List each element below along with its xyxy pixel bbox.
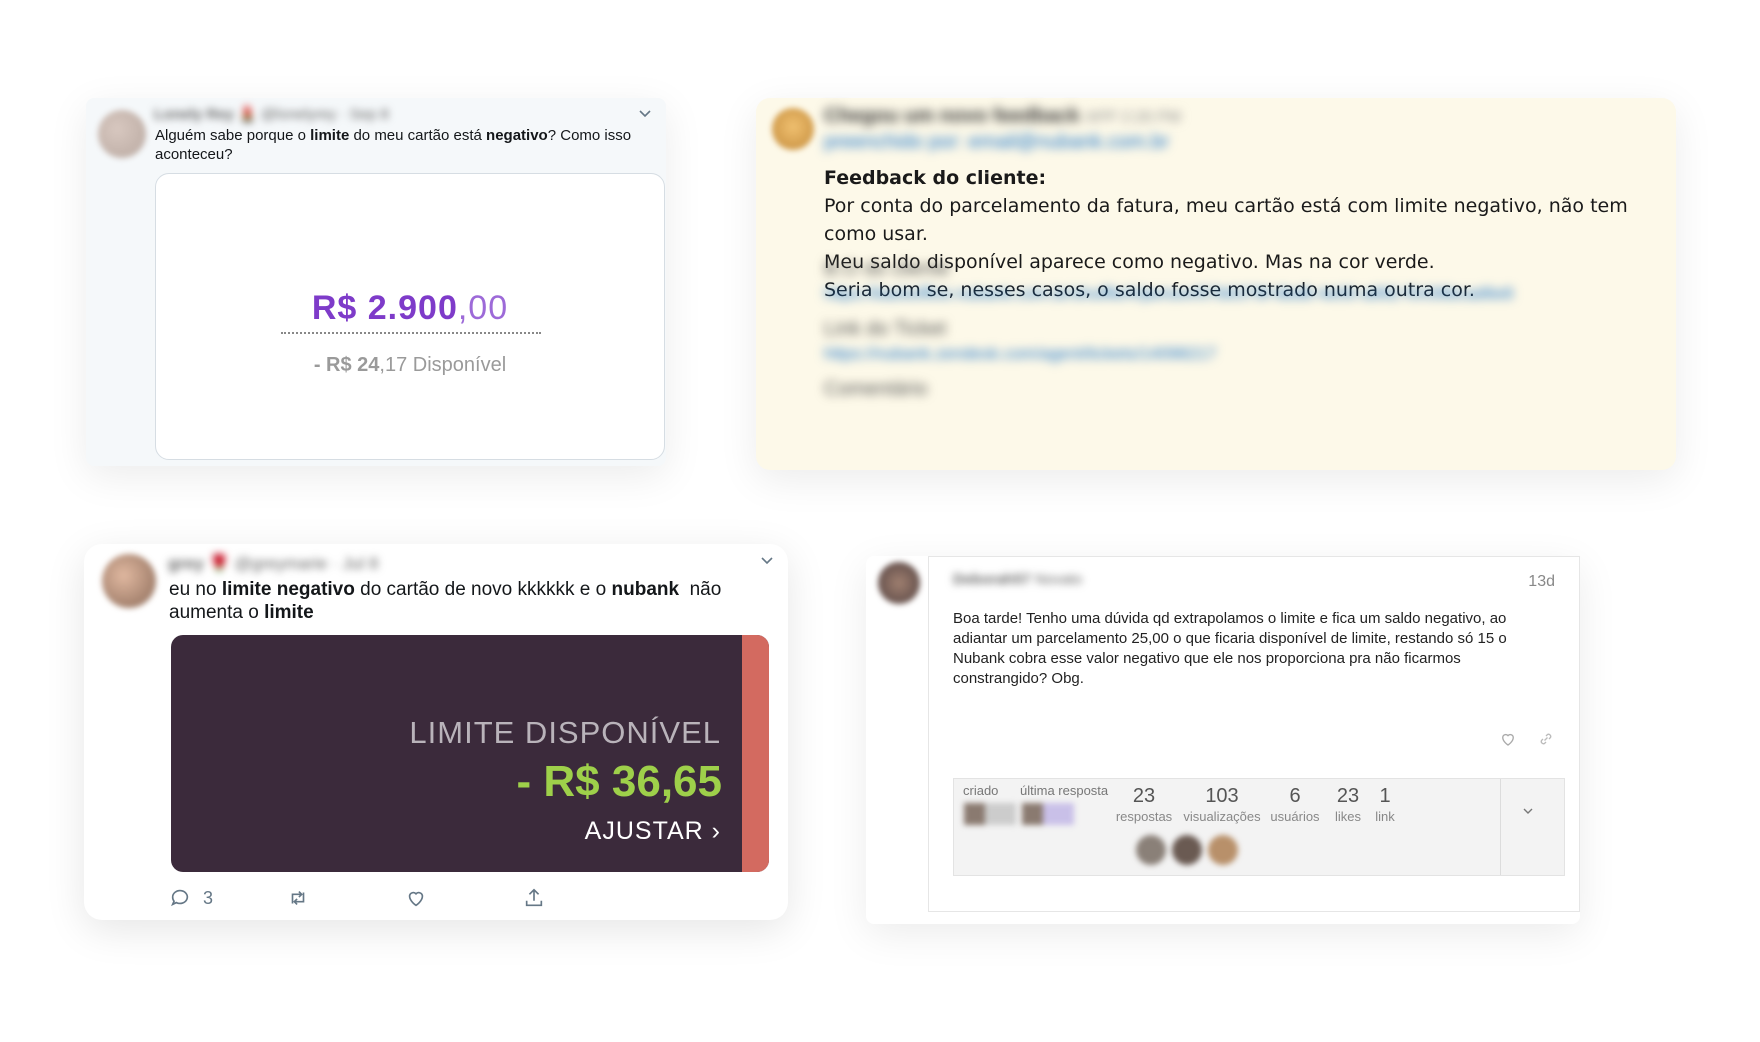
reply-button[interactable]: 3 [169, 887, 213, 909]
last-reply-avatar[interactable] [1022, 803, 1074, 825]
tweet-actions: 3 [169, 887, 669, 917]
balance-amount: R$ 2.900,00 [311, 289, 509, 327]
adjust-link[interactable]: AJUSTAR › [585, 817, 721, 846]
client-id-link[interactable]: https://backoffice.nubank.com.br/shuffle… [824, 284, 1513, 304]
avatar[interactable] [878, 562, 920, 604]
post-author[interactable]: Deborah57 Novato [953, 571, 1082, 588]
message-sender: preenchido por: email@nubank.com.br [824, 131, 1169, 153]
stat-label: visualizações [1183, 809, 1261, 824]
feedback-line: Meu saldo disponível aparece como negati… [824, 251, 1435, 273]
tweet-card-negative-limit: Lonely Rey 💄 @lonelyrey · Sep 8 Alguém s… [86, 98, 666, 466]
reply-count: 3 [203, 887, 214, 908]
stat-number: 6 [1289, 785, 1301, 807]
tweet-card-limit-screenshot: grey 🌹 @greymarie · Jul 8 eu no limite n… [84, 544, 788, 920]
share-button[interactable] [523, 887, 545, 909]
card-accent-stripe [742, 635, 769, 872]
ticket-label: Link do Ticket [824, 318, 947, 340]
stat-number: 23 [1132, 785, 1156, 807]
participant-avatars[interactable] [1136, 835, 1238, 865]
retweet-icon [291, 890, 305, 906]
avatar[interactable] [98, 110, 146, 158]
chevron-down-icon[interactable] [1522, 807, 1534, 815]
stat-number: 23 [1336, 785, 1360, 807]
stat-number: 1 [1379, 785, 1391, 807]
chevron-down-icon[interactable] [638, 106, 652, 122]
tweet-author[interactable]: Lonely Rey 💄 @lonelyrey · Sep 8 [154, 105, 389, 123]
message-header: Chegou um novo feedback APP 2:26 PM [824, 105, 1181, 127]
post-date[interactable]: 13d [1528, 573, 1555, 591]
stat-label: likes [1334, 809, 1361, 824]
feedback-body: Feedback do cliente: Por conta do parcel… [824, 164, 1664, 304]
client-id-label: B.O do cliente [824, 258, 950, 280]
share-icon [525, 888, 543, 907]
customer-feedback-message: Chegou um novo feedback APP 2:26 PM pree… [756, 98, 1676, 470]
retweet-button[interactable] [287, 887, 309, 909]
post-text: Boa tarde! Tenho uma dúvida qd extrapola… [953, 610, 1507, 687]
created-avatar[interactable] [964, 803, 1016, 825]
stat-number: 103 [1205, 785, 1239, 807]
tweet-author[interactable]: grey 🌹 @greymarie · Jul 8 [168, 554, 378, 574]
stat-label: usuários [1270, 809, 1320, 824]
tweet-image-balance[interactable]: R$ 2.900,00 - R$ 24,17 Disponível [155, 173, 665, 460]
comment-label: Comentário [824, 378, 928, 400]
avatar [772, 108, 814, 150]
forum-post: Deborah57 Novato 13d Boa tarde! Tenho um… [928, 556, 1580, 912]
tweet-text: eu no limite negativo do cartão de novo … [169, 579, 722, 623]
topic-stats: criado última resposta 23 respostas 103 … [953, 778, 1565, 876]
chevron-down-icon[interactable] [760, 553, 774, 569]
link-icon[interactable] [1537, 730, 1555, 748]
like-button[interactable] [405, 887, 427, 909]
tweet-text: Alguém sabe porque o limite do meu cartã… [155, 127, 632, 163]
stat-label: link [1375, 809, 1395, 824]
last-reply-label: última resposta [1020, 783, 1109, 798]
feedback-title: Feedback do cliente: [824, 167, 1047, 189]
avatar[interactable] [102, 554, 156, 608]
available-amount: - R$ 24,17 Disponível [313, 354, 507, 376]
tweet-image-limit-card[interactable]: LIMITE DISPONÍVEL - R$ 36,65 AJUSTAR › [171, 635, 769, 872]
stat-label: respostas [1115, 809, 1173, 824]
stats-divider [1500, 779, 1501, 875]
dotted-divider [281, 332, 541, 334]
reply-icon [171, 889, 189, 907]
limit-amount: - R$ 36,65 [516, 757, 722, 806]
heart-icon[interactable] [1499, 730, 1517, 748]
heart-icon [408, 891, 424, 907]
created-label: criado [963, 783, 999, 798]
feedback-line: Por conta do parcelamento da fatura, meu… [824, 195, 1628, 245]
limit-label: LIMITE DISPONÍVEL [409, 715, 721, 750]
ticket-link[interactable]: https://nubank.zendesk.com/agent/tickets… [824, 344, 1216, 364]
